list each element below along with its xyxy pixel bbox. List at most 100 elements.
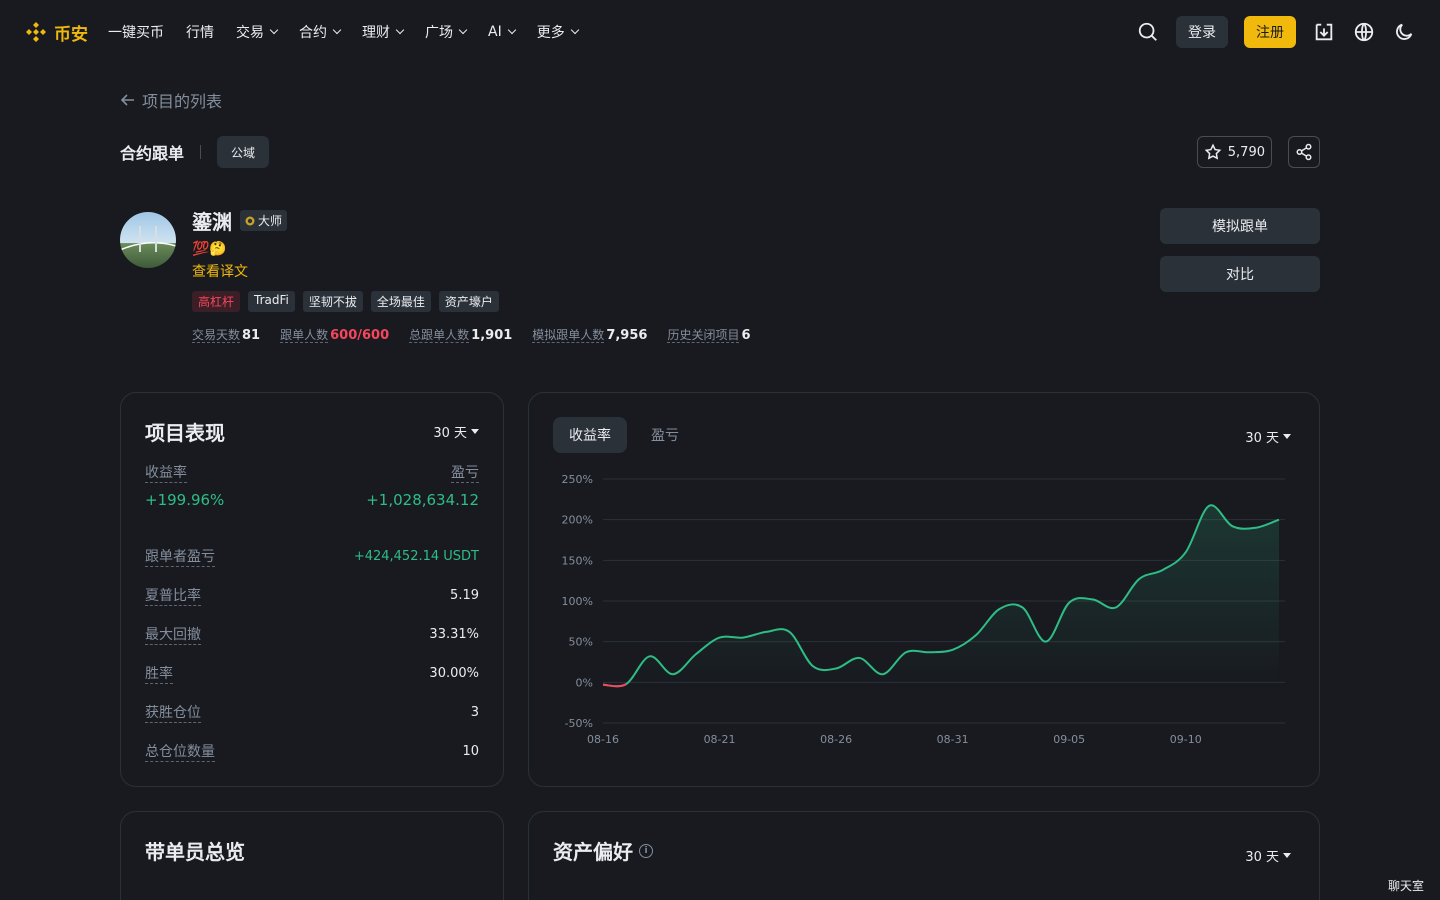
share-button[interactable] bbox=[1288, 136, 1320, 168]
metric-row: 最大回撤 33.31% bbox=[145, 615, 479, 654]
bio-emoji: 💯🤔 bbox=[192, 241, 227, 257]
arrow-left-icon bbox=[120, 94, 134, 106]
chevron-down-icon bbox=[395, 25, 405, 35]
metric-row: 跟单者盈亏 +424,452.14 USDT bbox=[145, 537, 479, 576]
metric-value: 3 bbox=[470, 705, 479, 720]
caret-down-icon bbox=[1283, 853, 1291, 858]
nav-item-label: 广场 bbox=[425, 25, 453, 41]
x-tick-label: 08-21 bbox=[704, 733, 736, 746]
chatroom-link[interactable]: 聊天室 bbox=[1388, 877, 1424, 894]
compare-button[interactable]: 对比 bbox=[1160, 256, 1320, 292]
favorite-button[interactable]: 5,790 bbox=[1196, 136, 1272, 168]
nav-item-label: AI bbox=[488, 24, 502, 40]
asset-preference-title: 资产偏好 bbox=[553, 840, 633, 864]
stat-item: 历史关闭项目 6 bbox=[667, 326, 751, 343]
range-label: 30 天 bbox=[1245, 850, 1279, 865]
back-to-list-link[interactable]: 项目的列表 bbox=[120, 88, 222, 112]
x-tick-label: 08-16 bbox=[587, 733, 619, 746]
asset-preference-card: 资产偏好 i 30 天 bbox=[528, 811, 1320, 900]
title-divider bbox=[200, 145, 202, 159]
nav-item[interactable]: AI bbox=[488, 24, 516, 40]
tab-roi[interactable]: 收益率 bbox=[553, 417, 627, 453]
y-tick-label: 50% bbox=[569, 636, 593, 649]
metric-label: 最大回撤 bbox=[145, 624, 201, 645]
performance-range-select[interactable]: 30 天 bbox=[433, 422, 479, 441]
stat-item: 跟单人数 600/600 bbox=[280, 326, 389, 343]
title-row: 合约跟单 公域 5,790 bbox=[120, 136, 1320, 168]
y-tick-label: -50% bbox=[565, 717, 593, 730]
nav-item-label: 理财 bbox=[362, 25, 390, 41]
nav-item[interactable]: 理财 bbox=[362, 22, 405, 42]
translate-link[interactable]: 查看译文 bbox=[192, 261, 751, 281]
login-button[interactable]: 登录 bbox=[1176, 16, 1228, 48]
logo-text: 币安 bbox=[54, 24, 88, 45]
caret-down-icon bbox=[471, 429, 479, 434]
stat-label: 跟单人数 bbox=[280, 328, 329, 343]
mock-copy-button[interactable]: 模拟跟单 bbox=[1160, 208, 1320, 244]
tab-pnl[interactable]: 盈亏 bbox=[635, 417, 695, 453]
stat-label: 历史关闭项目 bbox=[667, 328, 740, 343]
y-tick-label: 250% bbox=[562, 473, 593, 486]
globe-icon[interactable] bbox=[1352, 20, 1376, 44]
x-tick-label: 09-10 bbox=[1170, 733, 1202, 746]
performance-title: 项目表现 bbox=[145, 421, 225, 445]
roi-chart-card: 收益率 盈亏 30 天 250% 200% 150% 100% 50% 0% -50% 08-… bbox=[528, 392, 1320, 787]
y-tick-label: 150% bbox=[562, 554, 593, 567]
pnl-label: 盈亏 bbox=[451, 462, 479, 483]
stat-label: 模拟跟单人数 bbox=[532, 328, 605, 343]
chart-range-select[interactable]: 30 天 bbox=[1245, 427, 1291, 446]
roi-value: +199.96% bbox=[145, 491, 225, 509]
signup-button[interactable]: 注册 bbox=[1244, 16, 1296, 48]
download-icon[interactable] bbox=[1312, 20, 1336, 44]
top-header: 币安 一键买币 行情 交易 合约 理财 广场 AI 更多 登录 注册 bbox=[0, 0, 1440, 64]
metric-value: 10 bbox=[462, 744, 479, 759]
dark-mode-icon[interactable] bbox=[1392, 20, 1416, 44]
metric-value: 33.31% bbox=[429, 627, 479, 642]
nav-item[interactable]: 行情 bbox=[186, 22, 214, 42]
chevron-down-icon bbox=[458, 25, 468, 35]
chevron-down-icon bbox=[570, 25, 579, 35]
x-tick-label: 08-26 bbox=[820, 733, 852, 746]
caret-down-icon bbox=[1283, 434, 1291, 439]
roi-chart: 250% 200% 150% 100% 50% 0% -50% 08-16 08-21 08-26… bbox=[562, 473, 1285, 746]
chevron-down-icon bbox=[332, 25, 342, 35]
pnl-value: +1,028,634.12 bbox=[366, 491, 479, 509]
roi-area bbox=[603, 505, 1279, 687]
profile-tag: 高杠杆 bbox=[192, 291, 241, 312]
performance-metrics: 跟单者盈亏 +424,452.14 USDT 夏普比率 5.19 最大回撤 33.31% 胜… bbox=[145, 537, 479, 771]
medal-icon bbox=[245, 216, 255, 225]
back-label: 项目的列表 bbox=[142, 92, 223, 111]
nav-item[interactable]: 一键买币 bbox=[108, 22, 164, 42]
favorite-count: 5,790 bbox=[1227, 144, 1265, 160]
performance-card: 项目表现 30 天 收益率 盈亏 +199.96% +1,028,634.12 … bbox=[120, 392, 504, 787]
badge-label: 大师 bbox=[258, 214, 283, 228]
tag-list: 高杠杆 TradFi 坚韧不拔 全场最佳 资产壕户 bbox=[192, 291, 751, 312]
y-tick-label: 200% bbox=[562, 514, 593, 527]
stat-label: 交易天数 bbox=[192, 328, 241, 343]
stat-value: 7,956 bbox=[606, 328, 648, 343]
metric-row: 胜率 30.00% bbox=[145, 654, 479, 693]
metric-row: 总仓位数量 10 bbox=[145, 732, 479, 771]
lead-trader-overview-card: 带单员总览 bbox=[120, 811, 504, 900]
asset-range-select[interactable]: 30 天 bbox=[1245, 846, 1291, 865]
metric-value: 30.00% bbox=[429, 666, 479, 681]
stat-label: 总跟单人数 bbox=[409, 328, 470, 343]
stat-value: 6 bbox=[741, 328, 751, 343]
info-icon[interactable]: i bbox=[639, 843, 653, 858]
nav-item[interactable]: 交易 bbox=[236, 22, 279, 42]
nav-item-label: 一键买币 bbox=[108, 25, 164, 41]
public-chip[interactable]: 公域 bbox=[217, 136, 270, 168]
roi-label: 收益率 bbox=[145, 462, 187, 483]
profile-tag: 全场最佳 bbox=[370, 291, 431, 312]
stat-item: 总跟单人数 1,901 bbox=[409, 326, 512, 343]
range-label: 30 天 bbox=[1245, 431, 1279, 446]
metric-value: +424,452.14 USDT bbox=[353, 549, 479, 564]
binance-logo[interactable]: 币安 bbox=[24, 20, 88, 45]
nav-item[interactable]: 合约 bbox=[299, 22, 342, 42]
nav-item[interactable]: 广场 bbox=[425, 22, 468, 42]
nav-item[interactable]: 更多 bbox=[537, 22, 579, 42]
main-nav: 一键买币 行情 交易 合约 理财 广场 AI 更多 bbox=[108, 22, 579, 42]
metric-row: 获胜仓位 3 bbox=[145, 693, 479, 732]
search-icon[interactable] bbox=[1136, 20, 1160, 44]
star-icon bbox=[1204, 143, 1222, 160]
